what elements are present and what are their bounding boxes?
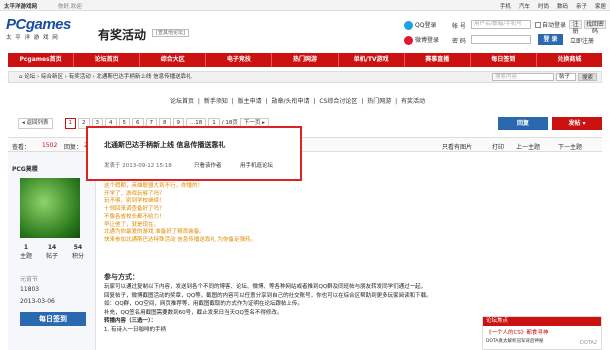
prev-thread-link[interactable]: 上一主题 xyxy=(516,142,540,151)
page-link[interactable]: 1 xyxy=(64,118,77,129)
watermark: DOTA2 xyxy=(580,340,598,346)
post-button[interactable]: 发帖 ▾ xyxy=(552,117,602,130)
back-to-list-button[interactable]: ◂ 返回列表 xyxy=(18,118,53,129)
author-rank: 元宵节 xyxy=(20,276,39,283)
search-button[interactable]: 搜索 xyxy=(577,73,597,81)
breadcrumb-current: 北通斯巴达手柄新上线 信息传播送靠礼 xyxy=(96,74,192,80)
top-link[interactable]: 亲子 xyxy=(576,2,587,10)
weibo-login[interactable]: 微博登录 xyxy=(404,35,439,45)
find-password-link[interactable]: 找回密码 xyxy=(584,20,606,35)
print-link[interactable]: 打印 xyxy=(492,142,504,151)
nav-item[interactable]: Pcgames首页 xyxy=(8,53,75,67)
password-input[interactable] xyxy=(471,35,531,44)
nav-item[interactable]: 每日签到 xyxy=(471,53,537,67)
breadcrumb-item[interactable]: 综合新区 xyxy=(41,74,63,80)
breadcrumb-item[interactable]: 有奖活动 xyxy=(69,74,91,80)
author-regdate: 2013-03-06 xyxy=(20,298,55,305)
next-thread-link[interactable]: 下一主题 xyxy=(558,142,582,151)
rules-text: 玩家可以通过复制以下内容，发送到各个不同的博客、论坛、微博、等各种网站或者推到Q… xyxy=(104,284,432,333)
points-count: 54 xyxy=(73,244,83,251)
top-link[interactable]: 数码 xyxy=(557,2,568,10)
view-count: 1502 xyxy=(42,142,58,149)
thread-title-popup: 北通斯巴达手柄新上线 信息传播送靠礼 发表于 2013-09-12 15:18 … xyxy=(86,126,302,181)
auto-login[interactable]: 自动登录 xyxy=(535,20,566,29)
nav-item[interactable]: 论坛首页 xyxy=(74,53,141,67)
author-uid: 11803 xyxy=(20,286,40,293)
login-button[interactable]: 登 录 xyxy=(538,34,563,45)
only-author-link[interactable]: 只看该作者 xyxy=(194,161,222,169)
qq-icon xyxy=(404,21,413,30)
weibo-icon xyxy=(404,36,413,45)
nav-item[interactable]: 电子竞技 xyxy=(206,53,273,67)
search-box: 搜索内容 帖子 搜索 xyxy=(491,73,597,81)
top-link[interactable]: 家居 xyxy=(595,2,606,10)
top-link[interactable]: 手机 xyxy=(500,2,511,10)
nav-item[interactable]: 综合大区 xyxy=(140,53,207,67)
checkin-button[interactable]: 每日签到 xyxy=(20,312,86,326)
avatar[interactable] xyxy=(20,178,80,238)
quick-links[interactable]: 论坛首页 | 新手须知 | 版主申请 | 勋章/头衔申请 | CS综合讨论区 |… xyxy=(170,96,425,105)
nav-item[interactable]: 单机/TV游戏 xyxy=(339,53,405,67)
top-link[interactable]: 汽车 xyxy=(519,2,530,10)
view-images-link[interactable]: 只看有图片 xyxy=(442,142,472,151)
search-input[interactable]: 搜索内容 xyxy=(491,73,554,81)
register-now-link[interactable]: 立即注册 xyxy=(570,36,594,45)
register-link[interactable]: 注册 xyxy=(569,20,582,35)
post-date: 发表于 2013-09-12 15:18 xyxy=(104,163,172,169)
main-nav: Pcgames首页 论坛首页 综合大区 电子竞技 热门网游 单机/TV游戏 赛事… xyxy=(8,53,602,67)
post-count: 14 xyxy=(47,244,57,251)
post-intro: 这个假期，英雄联盟大到不行，你懂的！ 开学了，游戏玩够了吗？ 玩不够，别到学校继… xyxy=(104,183,256,243)
top-link[interactable]: 时尚 xyxy=(538,2,549,10)
nav-item[interactable]: 赛事直播 xyxy=(405,53,471,67)
password-label: 密 码 xyxy=(452,38,466,45)
nav-item[interactable]: 兑换商城 xyxy=(537,53,602,67)
author-sidebar: PCG莫稷 1 主题 14 帖子 54 积分 元宵节 11803 2013-03-06… xyxy=(8,152,96,350)
account-input[interactable]: 用户名/邮箱/手机号 xyxy=(471,20,531,29)
thread-title: 北通斯巴达手柄新上线 信息传播送靠礼 xyxy=(104,141,226,149)
qq-login[interactable]: QQ登录 xyxy=(404,20,436,30)
site-logo[interactable]: PCgames 太 平 洋 游 戏 网 xyxy=(6,16,90,42)
reply-button[interactable]: 回复 xyxy=(498,117,548,130)
search-select[interactable]: 帖子 xyxy=(555,73,576,81)
forum-switch-link[interactable]: [查其他论坛] xyxy=(152,29,189,37)
panel-title: 论坛焦点 xyxy=(483,317,601,326)
page-title: 有奖活动 xyxy=(98,28,147,42)
top-bar: 太平洋游戏网 你好,欢迎 手机 汽车 时尚 数码 亲子 家居 xyxy=(0,0,610,11)
author-name[interactable]: PCG莫稷 xyxy=(12,164,38,173)
welcome-text: 你好,欢迎 xyxy=(58,4,82,10)
mobile-link[interactable]: 用手机逛论坛 xyxy=(240,161,273,169)
checkbox-icon[interactable] xyxy=(535,21,541,28)
breadcrumb-item[interactable]: 论坛 xyxy=(24,74,35,80)
promo-link[interactable]: 《一个人的CS》都食寻神 xyxy=(483,326,601,338)
account-label: 帐 号 xyxy=(452,23,466,30)
top-links: 手机 汽车 时尚 数码 亲子 家居 xyxy=(500,2,606,10)
nav-item[interactable]: 热门网游 xyxy=(272,53,339,67)
rules-title: 参与方式： xyxy=(104,273,139,281)
site-name[interactable]: 太平洋游戏网 xyxy=(4,2,37,10)
topic-count: 1 xyxy=(23,244,29,251)
breadcrumb: ⌂ 论坛 › 综合新区 › 有奖活动 › 北通斯巴达手柄新上线 信息传播送靠礼 … xyxy=(8,71,602,83)
